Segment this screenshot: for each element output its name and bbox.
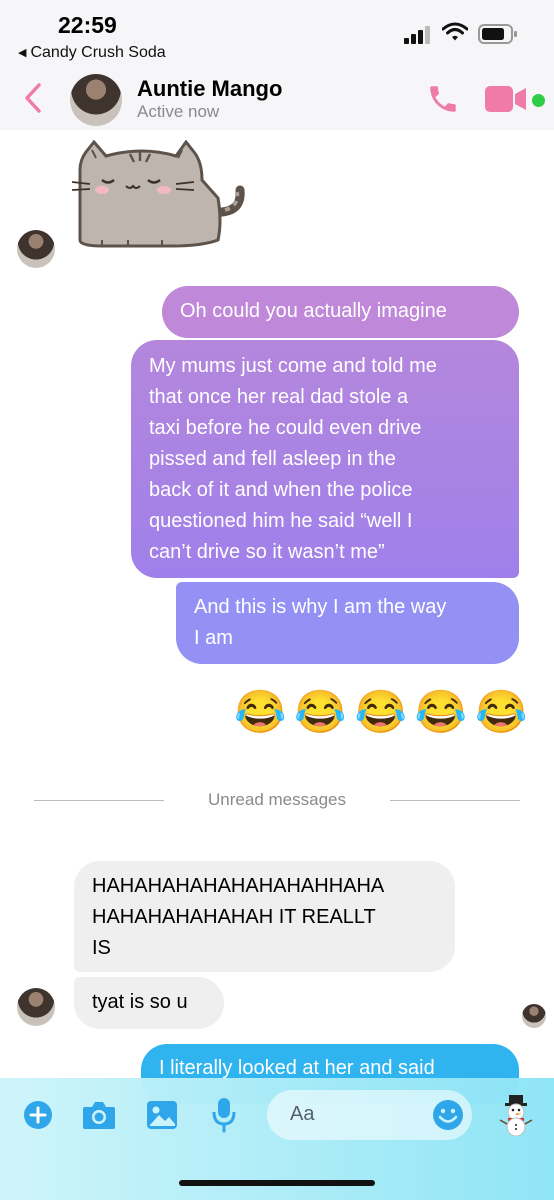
message-bubble-outgoing[interactable]: My mums just come and told me that once … [131,340,519,578]
message-line: can’t drive so it wasn’t me” [149,541,385,563]
emoji-message[interactable]: 😂😂😂😂😂 [234,688,535,737]
camera-icon[interactable] [82,1100,116,1130]
phone-icon[interactable] [426,82,460,116]
contact-name[interactable]: Auntie Mango [137,76,282,102]
message-bubble-outgoing[interactable]: And this is why I am the way I am [176,582,519,664]
message-input-placeholder: Aa [290,1103,315,1125]
message-line: My mums just come and told me [149,355,437,377]
video-camera-icon[interactable] [485,86,527,112]
divider-line-right [390,800,520,801]
message-text: Oh could you actually imagine [180,300,447,322]
message-line: I am [194,627,233,649]
message-line: taxi before he could even drive [149,417,422,439]
contact-active-status: Active now [137,102,220,121]
message-line: IS [92,937,111,959]
active-status-dot [530,92,547,109]
message-text: tyat is so u [92,991,188,1013]
back-to-app-link[interactable]: ◀ Candy Crush Soda [18,44,166,62]
message-line: And this is why I am the way [194,596,447,618]
microphone-icon[interactable] [212,1097,236,1133]
message-bubble-outgoing[interactable]: Oh could you actually imagine [162,286,519,338]
message-line: HAHAHAHAHAHAH IT REALLT [92,906,376,928]
contact-avatar-small[interactable] [17,988,55,1026]
image-icon[interactable] [146,1100,178,1130]
message-bubble-incoming[interactable]: tyat is so u [74,977,224,1029]
message-line: back of it and when the police [149,479,413,501]
pusheen-cat-sticker[interactable] [72,140,247,250]
message-bubble-incoming[interactable]: HAHAHAHAHAHAHAHAHHAHA HAHAHAHAHAHAH IT R… [74,861,455,972]
snowman-icon[interactable] [499,1094,533,1136]
battery-icon [478,24,517,44]
home-indicator[interactable] [179,1180,375,1186]
message-line: HAHAHAHAHAHAHAHAHHAHA [92,875,385,897]
contact-avatar-small[interactable] [17,230,55,268]
emoji-icon[interactable] [432,1099,464,1131]
back-triangle-icon: ◀ [18,47,27,59]
status-time: 22:59 [58,12,117,38]
wifi-icon [442,22,468,41]
message-text: I literally looked at her and said [159,1057,435,1079]
plus-icon[interactable] [24,1101,52,1129]
chat-header: Auntie Mango Active now [0,68,554,130]
message-line: pissed and fell asleep in the [149,448,396,470]
back-app-label: Candy Crush Soda [30,44,166,61]
status-bar: 22:59 ◀ Candy Crush Soda [0,0,554,68]
back-chevron-icon[interactable] [22,82,44,114]
message-line: that once her real dad stole a [149,386,409,408]
message-line: questioned him he said “well I [149,510,413,532]
contact-avatar[interactable] [70,74,122,126]
seen-receipt-avatar [522,1004,546,1028]
cellular-signal-icon [404,26,430,44]
